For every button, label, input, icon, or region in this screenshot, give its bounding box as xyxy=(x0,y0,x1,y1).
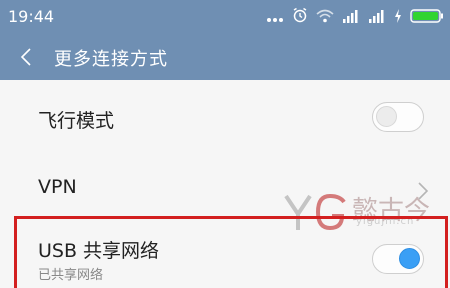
airplane-mode-row[interactable]: 飞行模式 xyxy=(0,92,450,144)
charging-icon xyxy=(394,8,402,27)
watermark-pinyin: yigujin.cn xyxy=(356,216,415,227)
usb-tethering-toggle[interactable] xyxy=(372,244,424,274)
vpn-label: VPN xyxy=(38,176,77,198)
alarm-clock-icon xyxy=(292,7,308,27)
chevron-left-icon xyxy=(20,48,31,66)
wifi-icon xyxy=(316,8,334,27)
usb-tethering-label: USB 共享网络 xyxy=(38,240,160,262)
status-bar: 19:44 xyxy=(0,0,450,34)
toggle-knob xyxy=(376,106,397,127)
usb-tethering-status: 已共享网络 xyxy=(38,268,104,283)
back-button[interactable] xyxy=(16,43,36,71)
yg-logo xyxy=(284,193,346,231)
signal-icon-2 xyxy=(368,8,386,27)
airplane-mode-label: 飞行模式 xyxy=(38,110,115,132)
page-title: 更多连接方式 xyxy=(54,49,168,70)
more-dots-icon xyxy=(266,8,284,27)
airplane-mode-toggle[interactable] xyxy=(372,102,424,132)
signal-icon xyxy=(342,8,360,27)
toggle-knob xyxy=(399,248,420,269)
status-icons xyxy=(266,7,444,27)
watermark: 懿古今 yigujin.cn xyxy=(284,192,450,232)
battery-icon xyxy=(410,8,444,27)
status-time: 19:44 xyxy=(8,7,55,26)
usb-tethering-row[interactable]: USB 共享网络 已共享网络 xyxy=(0,228,450,288)
app-header: 更多连接方式 xyxy=(0,34,450,80)
